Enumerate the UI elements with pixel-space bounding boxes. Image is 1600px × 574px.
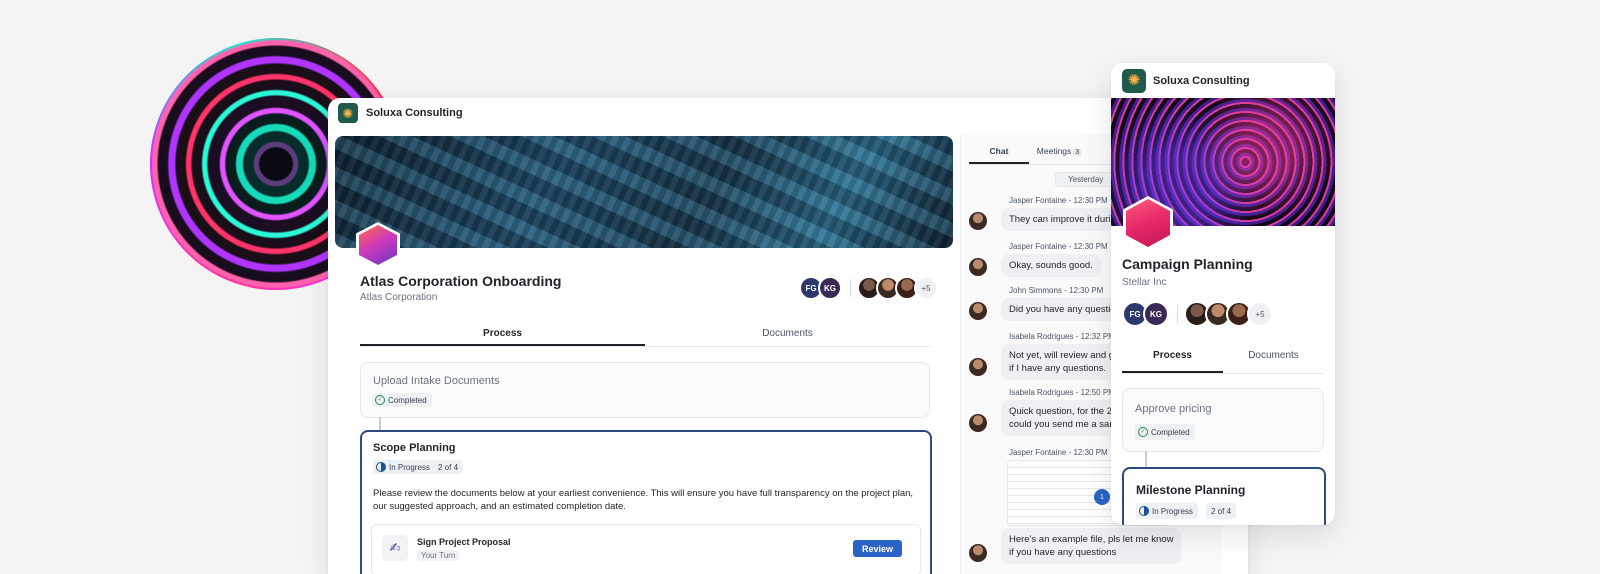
more-members-badge[interactable]: +5 [1247, 301, 1273, 327]
check-circle-icon: ✓ [375, 395, 385, 405]
day-separator: Yesterday [1055, 172, 1117, 187]
message-text: Did you have any question [1001, 298, 1129, 321]
message-line: Not yet, will review and ge [1009, 350, 1120, 361]
tab-documents[interactable]: Documents [1223, 343, 1324, 373]
project-tabs: Process Documents [1122, 343, 1324, 374]
step-title: Approve pricing [1135, 403, 1212, 415]
status-badge: ✓ Completed [372, 393, 432, 407]
avatar[interactable] [969, 358, 987, 376]
review-button[interactable]: Review [852, 540, 902, 557]
status-badge: In Progress [1136, 503, 1198, 519]
app-header: ✺ Soluxa Consulting [1111, 63, 1335, 98]
step-card[interactable]: Approve pricing ✓ Completed [1122, 388, 1324, 452]
avatar[interactable] [969, 544, 987, 562]
step-card-active[interactable]: Scope Planning In Progress 2 of 4 Please… [360, 430, 932, 574]
avatar[interactable] [969, 212, 987, 230]
check-circle-icon: ✓ [1138, 427, 1148, 437]
avatar[interactable]: KG [818, 276, 842, 300]
more-members-badge[interactable]: +5 [914, 276, 938, 300]
app-header: ✺ Soluxa Consulting [328, 98, 1248, 128]
project-tabs: Process Documents [360, 320, 930, 347]
avatar[interactable] [969, 302, 987, 320]
message-author: Isabela Rodrigues - 12:50 PM [1009, 388, 1115, 397]
step-title: Scope Planning [373, 442, 456, 454]
status-label: Completed [1151, 427, 1190, 437]
project-banner-image [335, 136, 953, 248]
status-badge: ✓ Completed [1135, 424, 1195, 440]
message-text: Here's an example file, pls let me know … [1001, 528, 1182, 564]
message-author: Isabela Rodrigues - 12:32 PM [1009, 332, 1115, 341]
status-badge: In Progress [373, 460, 435, 474]
task-item[interactable]: ✍ Sign Project Proposal Your Turn Review [371, 524, 921, 574]
message-author: John Simmons - 12:30 PM [1009, 286, 1104, 295]
avatar-divider [850, 279, 851, 297]
message-author: Jasper Fontaine - 12:30 PM [1009, 448, 1108, 457]
avatar[interactable]: KG [1143, 301, 1169, 327]
message-author: Jasper Fontaine - 12:30 PM [1009, 242, 1108, 251]
signature-icon: ✍ [382, 535, 408, 561]
status-label: Completed [388, 395, 427, 405]
mobile-window: ✺ Soluxa Consulting Campaign Planning St… [1111, 63, 1335, 525]
progress-icon [376, 462, 386, 472]
tab-documents[interactable]: Documents [645, 320, 930, 346]
message-text: Not yet, will review and ge if I have an… [1001, 344, 1128, 380]
message-text: They can improve it during [1001, 208, 1129, 231]
tab-process[interactable]: Process [360, 320, 645, 346]
task-title: Sign Project Proposal [417, 537, 511, 547]
tab-meetings[interactable]: Meetings 3 [1029, 138, 1089, 164]
comment-marker-icon[interactable]: 1 [1094, 489, 1110, 505]
project-title: Campaign Planning [1122, 256, 1253, 272]
message-author: Jasper Fontaine - 12:30 PM [1009, 196, 1108, 205]
message-line: if you have any questions [1009, 547, 1117, 558]
step-connector [379, 417, 381, 430]
step-connector [1145, 451, 1147, 467]
status-label: In Progress [1152, 506, 1193, 516]
message-line: Quick question, for the 20 [1009, 406, 1118, 417]
message-line: Here's an example file, pls let me know [1009, 534, 1174, 545]
main-window: ✺ Soluxa Consulting Atlas Corporation On… [328, 98, 1248, 574]
project-subtitle: Stellar Inc [1122, 277, 1167, 288]
message-line: if I have any questions. [1009, 363, 1107, 374]
avatar-divider [1177, 305, 1178, 323]
step-description: Please review the documents below at you… [373, 488, 914, 512]
progress-count: 2 of 4 [434, 460, 464, 474]
project-pane: Atlas Corporation Onboarding Atlas Corpo… [328, 134, 960, 574]
member-avatars[interactable]: FG KG +5 [1122, 301, 1273, 327]
progress-count: 2 of 4 [1206, 503, 1237, 519]
status-label: In Progress [389, 462, 430, 472]
step-title: Milestone Planning [1136, 483, 1246, 497]
step-title: Upload Intake Documents [373, 375, 500, 387]
message-line: could you send me a samp [1009, 419, 1123, 430]
tab-process[interactable]: Process [1122, 343, 1223, 373]
company-logo-icon: ✺ [338, 103, 358, 123]
project-title: Atlas Corporation Onboarding [360, 273, 562, 289]
tab-chat[interactable]: Chat [969, 138, 1029, 164]
step-card[interactable]: Upload Intake Documents ✓ Completed [360, 362, 930, 418]
company-name: Soluxa Consulting [366, 107, 463, 119]
message-text: Okay, sounds good. [1001, 254, 1101, 277]
avatar[interactable] [969, 414, 987, 432]
company-logo-icon: ✺ [1122, 68, 1146, 93]
member-avatars[interactable]: FG KG +5 [799, 276, 938, 300]
tab-meetings-label: Meetings [1036, 146, 1072, 156]
task-status: Your Turn [417, 550, 460, 561]
company-name: Soluxa Consulting [1153, 74, 1250, 87]
project-subtitle: Atlas Corporation [360, 292, 438, 303]
step-card-active[interactable]: Milestone Planning In Progress 2 of 4 [1122, 467, 1326, 525]
progress-icon [1139, 506, 1149, 516]
avatar[interactable] [969, 258, 987, 276]
meetings-count-badge: 3 [1073, 149, 1082, 156]
